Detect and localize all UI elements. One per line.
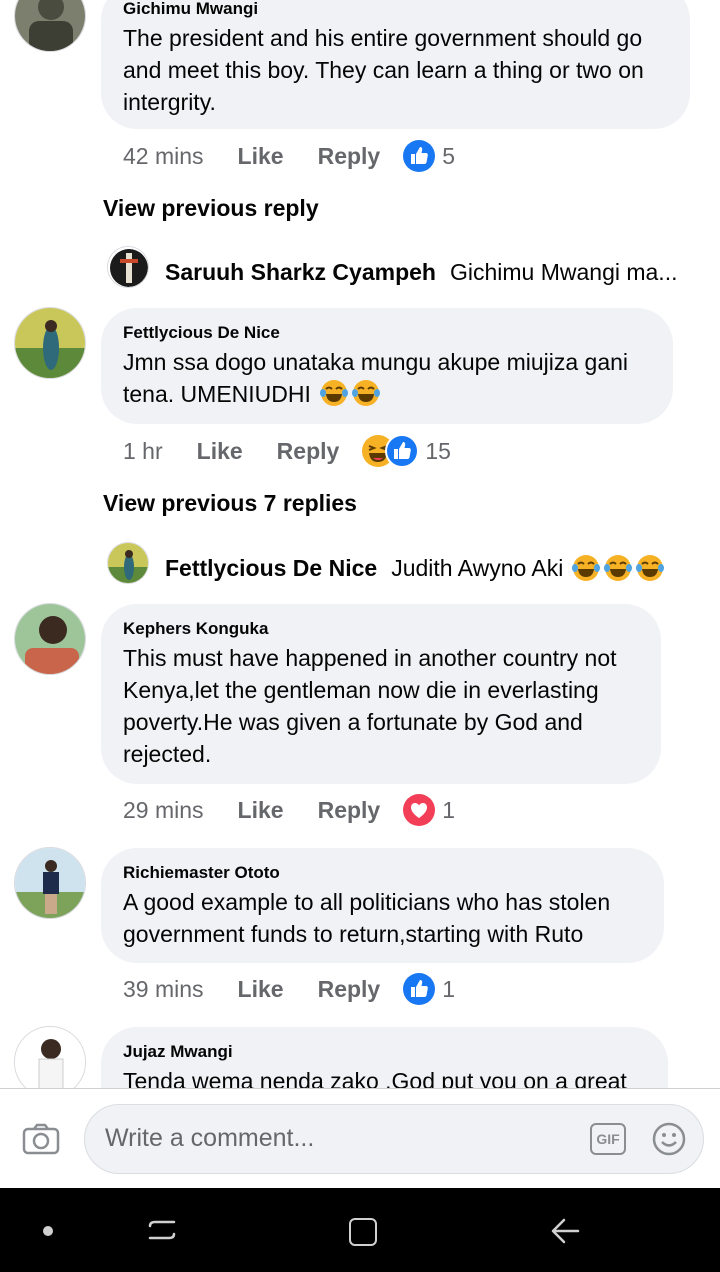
comment-text: This must have happened in another count… <box>123 645 617 767</box>
love-icon <box>402 793 436 827</box>
home-icon[interactable] <box>349 1218 377 1246</box>
commenter-name[interactable]: Kephers Konguka <box>123 618 639 640</box>
view-previous-replies[interactable]: View previous reply <box>103 195 319 222</box>
reply-snippet: Judith Awyno Aki <box>391 554 564 581</box>
reply-preview[interactable]: Saruuh Sharkz Cyampeh Gichimu Mwangi ma.… <box>107 250 677 294</box>
recent-apps-icon[interactable] <box>146 1214 178 1246</box>
comment-text: A good example to all politicians who ha… <box>123 889 611 947</box>
comment-text: The president and his entire government … <box>123 25 644 115</box>
comment-text: Tenda wema nenda zako .God put you on a … <box>123 1068 627 1088</box>
comment-actions: 39 mins Like Reply 1 <box>123 972 455 1006</box>
reaction-summary[interactable]: 1 <box>402 793 455 827</box>
comments-feed[interactable]: Gichimu Mwangi The president and his ent… <box>0 0 720 1088</box>
comment-bubble: Richiemaster Ototo A good example to all… <box>101 848 664 963</box>
reply-snippet: Gichimu Mwangi ma... <box>449 258 678 285</box>
commenter-name[interactable]: Richiemaster Ototo <box>123 862 642 884</box>
reaction-count: 15 <box>425 437 451 464</box>
comment-actions: 29 mins Like Reply 1 <box>123 793 455 827</box>
avatar[interactable] <box>14 847 86 919</box>
like-button[interactable]: Like <box>197 438 243 465</box>
tears-of-joy-emoji-icon <box>635 553 665 583</box>
reply-button[interactable]: Reply <box>318 976 381 1003</box>
comment-text: Jmn ssa dogo unataka mungu akupe miujiza… <box>123 346 651 410</box>
avatar[interactable] <box>14 603 86 675</box>
reply-author[interactable]: Fettlycious De Nice <box>165 555 377 582</box>
comment-bubble: Fettlycious De Nice Jmn ssa dogo unataka… <box>101 308 673 424</box>
comment-bubble: Gichimu Mwangi The president and his ent… <box>101 0 690 129</box>
tears-of-joy-emoji-icon <box>351 378 381 408</box>
camera-icon[interactable] <box>22 1122 60 1156</box>
tears-of-joy-emoji-icon <box>319 378 349 408</box>
comment-time[interactable]: 39 mins <box>123 976 204 1003</box>
comment-actions: 1 hr Like Reply 15 <box>123 434 451 468</box>
reply-button[interactable]: Reply <box>277 438 340 465</box>
avatar[interactable] <box>14 0 86 52</box>
comment-time[interactable]: 1 hr <box>123 438 163 465</box>
like-button[interactable]: Like <box>238 976 284 1003</box>
reaction-summary[interactable]: 15 <box>361 434 451 468</box>
avatar[interactable] <box>14 307 86 379</box>
gif-button[interactable]: GIF <box>590 1123 626 1155</box>
reaction-count: 1 <box>442 796 456 823</box>
commenter-name[interactable]: Fettlycious De Nice <box>123 322 651 344</box>
view-previous-replies[interactable]: View previous 7 replies <box>103 490 357 517</box>
tears-of-joy-emoji-icon <box>571 553 601 583</box>
smiley-icon[interactable] <box>651 1121 687 1157</box>
system-navigation-bar <box>0 1188 720 1272</box>
comment-bubble: Jujaz Mwangi Tenda wema nenda zako .God … <box>101 1027 668 1088</box>
reaction-summary[interactable]: 5 <box>402 139 455 173</box>
tears-of-joy-emoji-icon <box>603 553 633 583</box>
comment-bubble: Kephers Konguka This must have happened … <box>101 604 661 784</box>
reaction-summary[interactable]: 1 <box>402 972 455 1006</box>
commenter-name[interactable]: Gichimu Mwangi <box>123 0 668 20</box>
like-icon <box>385 434 420 468</box>
comment-input[interactable]: Write a comment... GIF <box>84 1104 704 1174</box>
like-icon <box>402 139 436 173</box>
reaction-count: 5 <box>442 142 456 169</box>
comment-input-placeholder: Write a comment... <box>105 1124 315 1152</box>
reply-button[interactable]: Reply <box>318 797 381 824</box>
commenter-name[interactable]: Jujaz Mwangi <box>123 1041 646 1063</box>
like-button[interactable]: Like <box>238 797 284 824</box>
reply-author[interactable]: Saruuh Sharkz Cyampeh <box>165 259 436 286</box>
back-arrow-icon[interactable] <box>550 1216 580 1246</box>
reply-button[interactable]: Reply <box>318 143 381 170</box>
avatar[interactable] <box>14 1026 86 1088</box>
like-icon <box>402 972 436 1006</box>
comment-actions: 42 mins Like Reply 5 <box>123 139 455 173</box>
reply-preview[interactable]: Fettlycious De Nice Judith Awyno Aki <box>107 546 665 590</box>
dot-icon[interactable] <box>43 1226 53 1236</box>
comment-time[interactable]: 42 mins <box>123 143 204 170</box>
comment-time[interactable]: 29 mins <box>123 797 204 824</box>
like-button[interactable]: Like <box>238 143 284 170</box>
reaction-count: 1 <box>442 975 456 1002</box>
comment-composer: Write a comment... GIF <box>0 1088 720 1188</box>
